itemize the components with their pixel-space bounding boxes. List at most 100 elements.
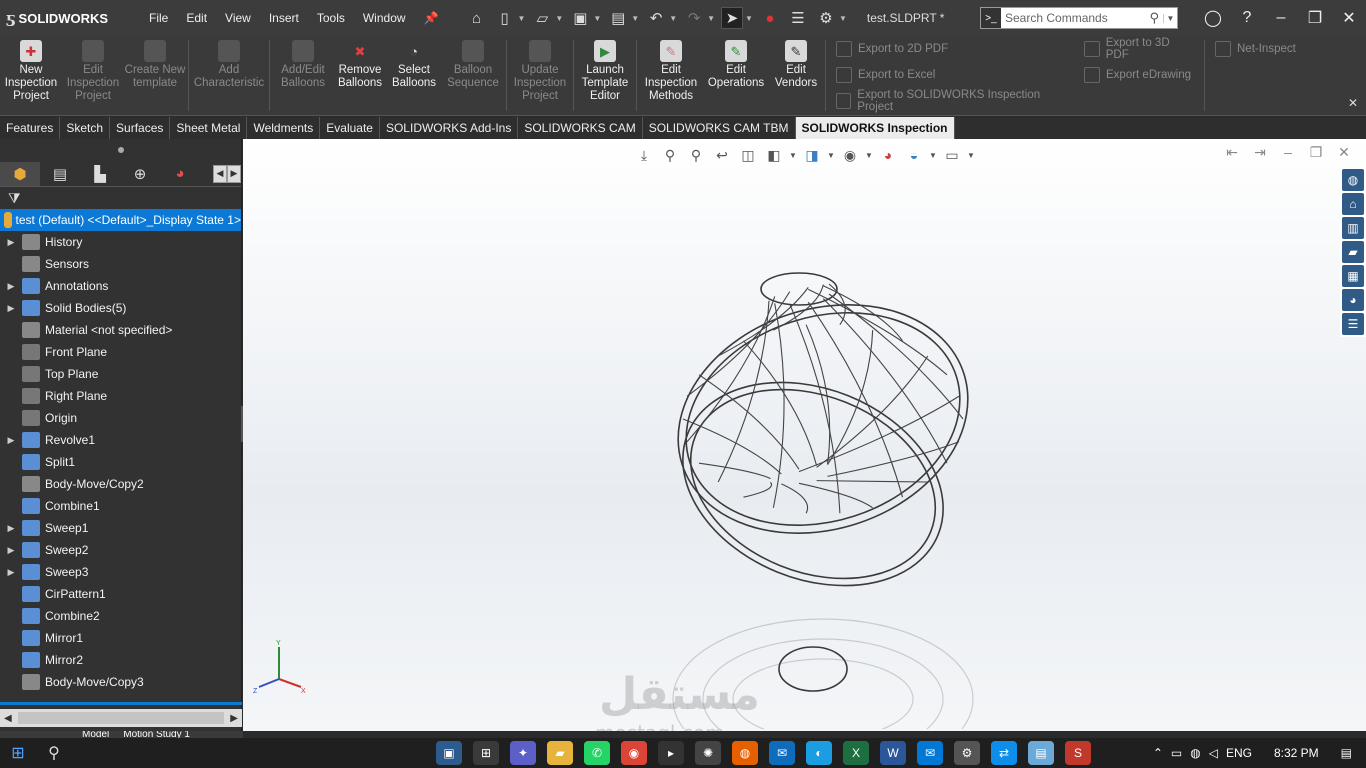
- menu-insert[interactable]: Insert: [260, 0, 308, 36]
- chevron-down-icon[interactable]: ▼: [929, 145, 937, 165]
- tab-evaluate[interactable]: Evaluate: [320, 117, 380, 139]
- close-icon[interactable]: ✕: [1332, 8, 1366, 28]
- tree-item[interactable]: Material <not specified>: [0, 319, 241, 341]
- tree-item[interactable]: ▶ Solid Bodies(5): [0, 297, 241, 319]
- chatgpt-app-icon[interactable]: ✺: [695, 741, 721, 765]
- restore-icon[interactable]: ❐: [1298, 8, 1332, 28]
- expand-arrow-icon[interactable]: ▶: [0, 303, 22, 314]
- outlook-app-icon[interactable]: ✉: [769, 741, 795, 765]
- chevron-down-icon[interactable]: ▼: [865, 145, 873, 165]
- property-manager-tab[interactable]: ▤: [40, 162, 80, 186]
- solidworks-resources-icon[interactable]: ◍: [1342, 169, 1364, 191]
- search-icon[interactable]: ⚲: [36, 743, 72, 763]
- expand-arrow-icon[interactable]: ▶: [0, 435, 22, 446]
- whatsapp-app-icon[interactable]: ✆: [584, 741, 610, 765]
- tree-item[interactable]: Combine2: [0, 605, 241, 627]
- next-document-icon[interactable]: ⇥: [1248, 139, 1272, 165]
- windows-start-icon[interactable]: ⊞: [0, 743, 36, 763]
- volume-icon[interactable]: ◁: [1209, 746, 1218, 760]
- menu-view[interactable]: View: [216, 0, 260, 36]
- menu-window[interactable]: Window: [354, 0, 415, 36]
- tab-sketch[interactable]: Sketch: [60, 117, 111, 139]
- export-inspection-project-button[interactable]: Export to SOLIDWORKS Inspection Project: [836, 89, 1068, 113]
- file-explorer-icon[interactable]: ▰: [1342, 241, 1364, 263]
- chevron-down-icon[interactable]: ▼: [593, 14, 601, 23]
- tree-item[interactable]: Mirror2: [0, 649, 241, 671]
- tree-item[interactable]: Front Plane: [0, 341, 241, 363]
- export-3d-pdf-button[interactable]: Export to 3D PDF: [1084, 37, 1194, 61]
- file-explorer-app-icon[interactable]: ▰: [547, 741, 573, 765]
- zoom-area-icon[interactable]: ⚲: [685, 145, 707, 165]
- chevron-down-icon[interactable]: ▼: [827, 145, 835, 165]
- notepad-app-icon[interactable]: ▤: [1028, 741, 1054, 765]
- tab-model[interactable]: Model: [78, 731, 113, 738]
- tree-item[interactable]: Mirror1: [0, 627, 241, 649]
- file-properties-icon[interactable]: ☰: [787, 7, 809, 29]
- expand-arrow-icon[interactable]: ▶: [0, 237, 22, 248]
- tree-item[interactable]: Origin: [0, 407, 241, 429]
- view-settings-icon[interactable]: ▭: [941, 145, 963, 165]
- chevron-down-icon[interactable]: ▼: [631, 14, 639, 23]
- tree-item[interactable]: ▶ Revolve1: [0, 429, 241, 451]
- network-icon[interactable]: ◍: [1190, 746, 1200, 760]
- horizontal-scrollbar[interactable]: ◀ ▶: [0, 709, 242, 727]
- menu-file[interactable]: File: [140, 0, 177, 36]
- language-indicator[interactable]: ENG: [1226, 746, 1252, 760]
- zoom-to-fit-icon[interactable]: ⚲: [659, 145, 681, 165]
- edit-inspection-methods-button[interactable]: ✎ Edit Inspection Methods: [639, 36, 703, 116]
- select-cursor-icon[interactable]: ➤: [721, 7, 744, 29]
- user-icon[interactable]: ◯: [1196, 8, 1230, 28]
- custom-properties-icon[interactable]: ☰: [1342, 313, 1364, 335]
- help-icon[interactable]: ?: [1230, 9, 1264, 27]
- edit-appearance-icon[interactable]: ◕: [877, 145, 899, 165]
- feature-manager-tab[interactable]: ⬢: [0, 161, 40, 186]
- chevron-down-icon[interactable]: ▼: [967, 145, 975, 165]
- edit-inspection-project-button[interactable]: Edit Inspection Project: [62, 36, 124, 116]
- design-library-icon[interactable]: ▥: [1342, 217, 1364, 239]
- view-orientation-icon[interactable]: ⤓: [633, 145, 655, 165]
- chevron-down-icon[interactable]: ▼: [555, 14, 563, 23]
- add-edit-balloons-button[interactable]: Add/Edit Balloons: [272, 36, 334, 116]
- net-inspect-button[interactable]: Net-Inspect: [1215, 40, 1296, 58]
- tab-surfaces[interactable]: Surfaces: [110, 117, 171, 139]
- undo-icon[interactable]: ↶: [645, 7, 667, 29]
- minimize-icon[interactable]: –: [1264, 9, 1298, 27]
- view-palette-icon[interactable]: ▦: [1342, 265, 1364, 287]
- excel-app-icon[interactable]: X: [843, 741, 869, 765]
- tab-cam[interactable]: SOLIDWORKS CAM: [518, 117, 643, 139]
- apply-scene-icon[interactable]: ◒: [903, 145, 925, 165]
- select-balloons-button[interactable]: ◔ Select Balloons: [386, 36, 442, 116]
- tab-weldments[interactable]: Weldments: [247, 117, 321, 139]
- chevron-down-icon[interactable]: ▼: [1163, 13, 1177, 23]
- chevron-up-icon[interactable]: ⌃: [1153, 746, 1163, 760]
- tree-item[interactable]: CirPattern1: [0, 583, 241, 605]
- section-view-icon[interactable]: ◫: [737, 145, 759, 165]
- display-manager-tab[interactable]: ◕: [160, 162, 200, 186]
- tree-item[interactable]: ▶ Annotations: [0, 275, 241, 297]
- appearances-icon[interactable]: ◕: [1342, 289, 1364, 311]
- search-icon[interactable]: ⚲: [1149, 10, 1159, 26]
- chevron-down-icon[interactable]: ▼: [745, 14, 753, 23]
- redo-icon[interactable]: ↷: [683, 7, 705, 29]
- new-inspection-project-button[interactable]: ✚ New Inspection Project: [0, 36, 62, 116]
- expand-arrow-icon[interactable]: ▶: [0, 567, 22, 578]
- chevron-down-icon[interactable]: ▼: [789, 145, 797, 165]
- previous-document-icon[interactable]: ⇤: [1220, 139, 1244, 165]
- chevron-down-icon[interactable]: ▼: [669, 14, 677, 23]
- terminal-app-icon[interactable]: ▸: [658, 741, 684, 765]
- tab-sheet-metal[interactable]: Sheet Metal: [170, 117, 248, 139]
- gear-icon[interactable]: ⚙: [815, 7, 837, 29]
- open-icon[interactable]: ▱: [531, 7, 553, 29]
- battery-icon[interactable]: ▭: [1171, 746, 1182, 760]
- menu-edit[interactable]: Edit: [177, 0, 216, 36]
- tree-item[interactable]: Split1: [0, 451, 241, 473]
- home-icon[interactable]: ⌂: [466, 7, 488, 29]
- tab-addins[interactable]: SOLIDWORKS Add-Ins: [380, 117, 519, 139]
- tree-item[interactable]: Body-Move/Copy3: [0, 671, 241, 693]
- home-icon[interactable]: ⌂: [1342, 193, 1364, 215]
- tree-item[interactable]: Top Plane: [0, 363, 241, 385]
- tab-features[interactable]: Features: [0, 117, 61, 139]
- update-inspection-project-button[interactable]: Update Inspection Project: [509, 36, 571, 116]
- solidworks-app-icon[interactable]: ▣: [436, 741, 462, 765]
- remove-balloons-button[interactable]: ✖ Remove Balloons: [334, 36, 386, 116]
